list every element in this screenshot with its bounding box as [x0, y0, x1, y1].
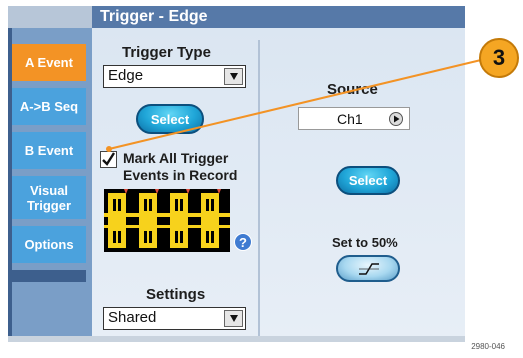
callout-leader-line [106, 59, 482, 152]
callout-number-3: 3 [479, 38, 519, 78]
figure-code: 2980-046 [471, 342, 505, 351]
